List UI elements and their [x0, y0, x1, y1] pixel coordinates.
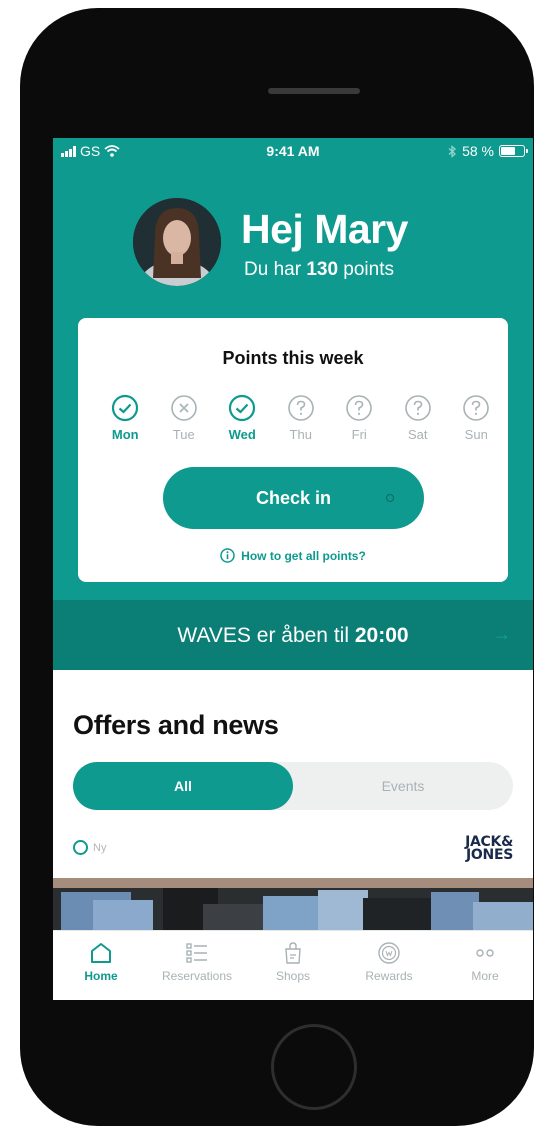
day-tue: Tue: [155, 394, 214, 442]
greeting-title: Hej Mary: [241, 206, 408, 252]
cross-circle-icon: [170, 395, 197, 421]
day-sat: Sat: [389, 394, 448, 442]
app-screen: GS 9:41 AM 58 % Hej Mary Du har 130 poin…: [53, 138, 533, 1000]
offer-image[interactable]: [53, 878, 533, 934]
check-circle-icon: [112, 394, 139, 422]
info-icon: [220, 548, 235, 563]
check-in-indicator-icon: [386, 494, 394, 502]
day-thu: Thu: [272, 394, 331, 442]
points-value: 130: [306, 259, 339, 280]
question-circle-icon: [287, 395, 314, 421]
day-fri: Fri: [330, 394, 389, 442]
brand-logo: JACK& JONES: [465, 834, 513, 863]
tab-shops[interactable]: Shops: [245, 931, 341, 1000]
tab-all[interactable]: All: [73, 762, 293, 810]
bottom-tab-bar: Home Reservations Shops Rewards More: [53, 930, 533, 1000]
home-icon: [91, 943, 111, 963]
question-circle-icon: [404, 395, 431, 421]
arrow-right-icon: →: [493, 624, 511, 644]
list-icon: [186, 943, 207, 963]
tab-home[interactable]: Home: [53, 931, 149, 1000]
battery-icon: [499, 145, 528, 157]
points-card: Points this week Mon Tue Wed Thu Fri Sat…: [78, 318, 508, 582]
store-hours-banner[interactable]: WAVES er åben til 20:00 →: [53, 600, 533, 670]
day-mon: Mon: [96, 394, 155, 442]
battery-percent: 58 %: [462, 143, 494, 159]
store-hours-time: 20:00: [354, 624, 409, 647]
phone-home-button[interactable]: [271, 1024, 357, 1110]
store-hours-text: WAVES er åben til: [177, 624, 349, 647]
tab-more[interactable]: More: [437, 931, 533, 1000]
more-dots-icon: [476, 949, 494, 957]
weekday-tracker: Mon Tue Wed Thu Fri Sat Sun: [96, 394, 506, 442]
tab-rewards[interactable]: Rewards: [341, 931, 437, 1000]
avatar[interactable]: [133, 198, 221, 286]
header-section: GS 9:41 AM 58 % Hej Mary Du har 130 poin…: [53, 138, 533, 670]
rewards-coin-icon: [378, 942, 400, 964]
points-card-title: Points this week: [222, 348, 364, 368]
check-circle-icon: [229, 394, 256, 422]
offers-title: Offers and news: [73, 710, 279, 740]
day-wed: Wed: [213, 394, 272, 442]
new-indicator-icon: [73, 840, 88, 855]
tab-reservations[interactable]: Reservations: [149, 931, 245, 1000]
question-circle-icon: [463, 395, 490, 421]
shopping-bag-icon: [285, 942, 301, 964]
offers-filter: All Events: [73, 762, 513, 810]
new-badge: Ny: [73, 840, 106, 855]
bluetooth-icon: [448, 144, 457, 158]
how-to-link[interactable]: How to get all points?: [78, 548, 508, 563]
day-sun: Sun: [447, 394, 506, 442]
points-summary: Du har 130 points: [244, 259, 394, 280]
phone-speaker: [268, 88, 360, 94]
question-circle-icon: [346, 395, 373, 421]
check-in-button[interactable]: Check in: [163, 467, 424, 529]
tab-events[interactable]: Events: [293, 762, 513, 810]
status-bar: GS 9:41 AM 58 %: [53, 138, 533, 164]
